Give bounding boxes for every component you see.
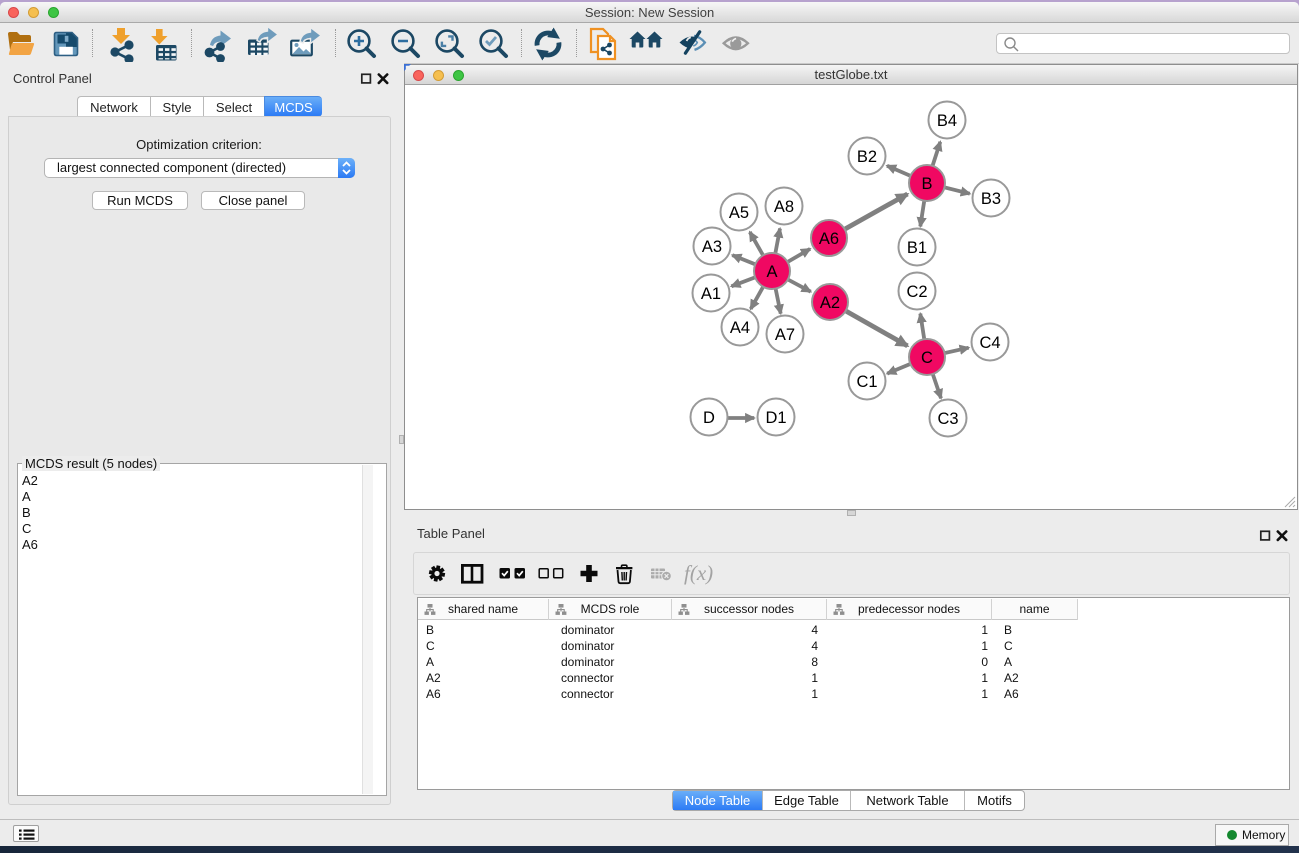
- svg-text:A7: A7: [775, 326, 795, 344]
- svg-text:A2: A2: [820, 294, 840, 312]
- svg-text:B3: B3: [981, 190, 1001, 208]
- svg-text:f(x): f(x): [684, 561, 713, 585]
- svg-text:C: C: [921, 349, 933, 367]
- svg-text:A6: A6: [819, 230, 839, 248]
- svg-text:B2: B2: [857, 148, 877, 166]
- svg-text:C4: C4: [979, 334, 1000, 352]
- svg-text:A8: A8: [774, 198, 794, 216]
- svg-text:C2: C2: [906, 283, 927, 301]
- svg-text:B: B: [921, 175, 932, 193]
- svg-text:A4: A4: [730, 319, 750, 337]
- svg-text:D: D: [703, 409, 715, 427]
- svg-text:A1: A1: [701, 285, 721, 303]
- svg-text:A: A: [766, 263, 777, 281]
- svg-text:D1: D1: [765, 409, 786, 427]
- svg-text:A5: A5: [729, 204, 749, 222]
- svg-text:B1: B1: [907, 239, 927, 257]
- svg-text:B4: B4: [937, 112, 957, 130]
- svg-text:C3: C3: [937, 410, 958, 428]
- svg-text:C1: C1: [856, 373, 877, 391]
- svg-text:A3: A3: [702, 238, 722, 256]
